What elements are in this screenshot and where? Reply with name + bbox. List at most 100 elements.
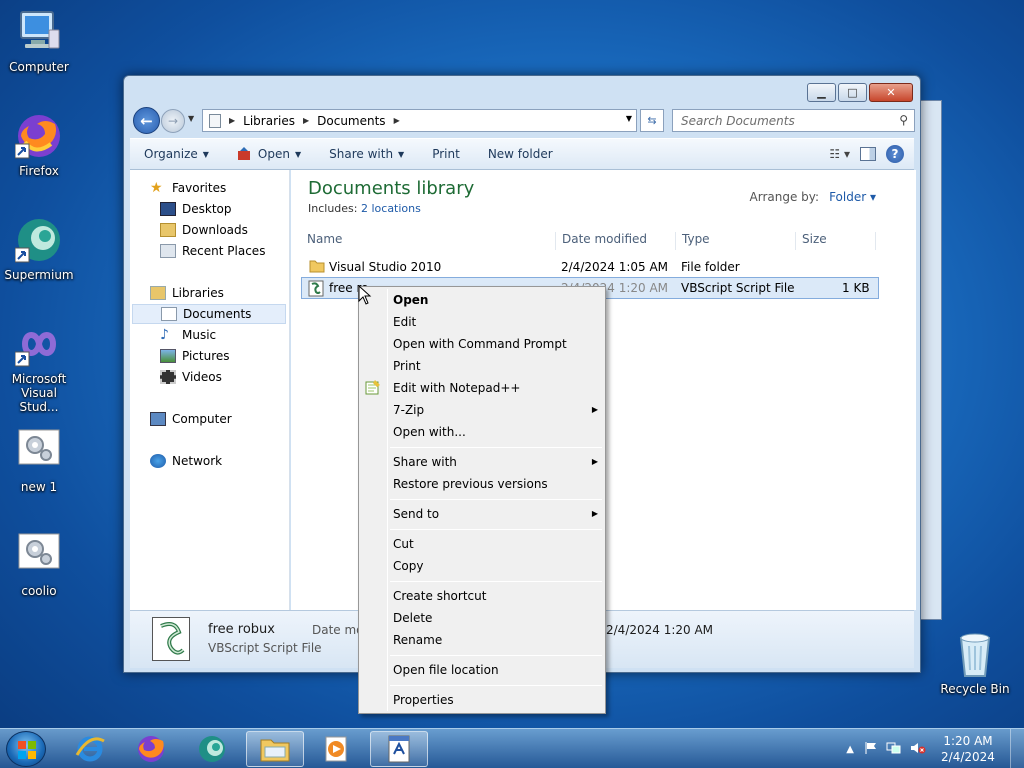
network-status-icon[interactable] <box>886 741 902 758</box>
desktop-icon-firefox[interactable]: Firefox <box>1 112 77 178</box>
music-icon: ♪ <box>160 327 169 343</box>
file-size: 1 KB <box>842 281 870 295</box>
menu-separator <box>390 447 602 448</box>
menu-item-open-file-location[interactable]: Open file location <box>393 660 598 680</box>
open-button[interactable]: Open ▼ <box>223 147 315 161</box>
supermium-icon <box>14 216 63 264</box>
minimize-button[interactable]: ▁ <box>807 83 836 102</box>
column-size[interactable]: Size <box>796 232 876 250</box>
volume-muted-icon[interactable] <box>910 741 926 758</box>
taskbar-firefox[interactable] <box>122 731 180 767</box>
clock-time: 1:20 AM <box>943 734 993 748</box>
forward-button[interactable]: → <box>161 109 185 133</box>
close-button[interactable]: ✕ <box>869 83 913 102</box>
column-name[interactable]: Name <box>301 232 556 250</box>
desktop-icon-computer[interactable]: Computer <box>1 8 77 74</box>
internet-explorer-icon <box>75 736 105 762</box>
column-type[interactable]: Type <box>676 232 796 250</box>
maximize-button[interactable]: □ <box>838 83 867 102</box>
menu-item-edit-with-notepad-plus-plus[interactable]: Edit with Notepad++ <box>393 378 598 398</box>
breadcrumb-arrow-icon[interactable]: ▶ <box>303 116 309 125</box>
new-folder-button[interactable]: New folder <box>474 147 567 161</box>
start-button[interactable] <box>6 731 46 767</box>
desktop-icon-supermium[interactable]: Supermium <box>1 216 77 282</box>
desktop-icon-label: Recycle Bin <box>940 682 1010 696</box>
menu-item-share-with[interactable]: Share with ▶ <box>393 452 598 472</box>
show-desktop-button[interactable] <box>1010 729 1024 768</box>
menu-item-restore-previous-versions[interactable]: Restore previous versions <box>393 474 598 494</box>
preview-pane-icon[interactable] <box>860 147 876 161</box>
search-input[interactable]: Search Documents ⚲ <box>672 109 915 132</box>
clock[interactable]: 1:20 AM 2/4/2024 <box>932 733 1004 765</box>
chevron-down-icon: ▼ <box>294 149 302 159</box>
nav-videos[interactable]: Videos <box>160 367 222 387</box>
menu-item-open[interactable]: Open <box>393 290 598 310</box>
desktop-icon-recycle-bin[interactable]: Recycle Bin <box>937 630 1013 696</box>
print-button[interactable]: Print <box>418 147 474 161</box>
recent-pages-dropdown[interactable]: ▼ <box>188 114 194 123</box>
details-date-value: 2/4/2024 1:20 AM <box>606 623 714 637</box>
submenu-arrow-icon: ▶ <box>591 457 598 466</box>
nav-libraries[interactable]: Libraries <box>150 283 224 303</box>
desktop-icon-new-1[interactable]: new 1 <box>1 428 77 494</box>
address-dropdown-icon[interactable]: ▼ <box>626 114 632 123</box>
taskbar-media-player[interactable] <box>307 731 365 767</box>
column-date-modified[interactable]: Date modified <box>556 232 676 250</box>
menu-item-cut[interactable]: Cut <box>393 534 598 554</box>
taskbar-internet-explorer[interactable] <box>61 731 119 767</box>
nav-music[interactable]: ♪ Music <box>160 325 216 345</box>
breadcrumb-arrow-icon[interactable]: ▶ <box>394 116 400 125</box>
context-menu: Open Edit Open with Command Prompt Print… <box>358 286 606 714</box>
nav-desktop[interactable]: Desktop <box>160 199 232 219</box>
script-file-icon <box>15 428 63 476</box>
menu-item-print[interactable]: Print <box>393 356 598 376</box>
refresh-button[interactable]: ⇆ <box>640 109 664 132</box>
menu-item-send-to[interactable]: Send to ▶ <box>393 504 598 524</box>
breadcrumb-arrow-icon[interactable]: ▶ <box>229 116 235 125</box>
print-label: Print <box>432 147 460 161</box>
nav-pictures[interactable]: Pictures <box>160 346 230 366</box>
taskbar-supermium[interactable] <box>183 731 241 767</box>
show-hidden-icons-icon[interactable]: ▲ <box>846 744 854 755</box>
documents-icon <box>161 307 177 321</box>
address-bar[interactable]: ▶ Libraries ▶ Documents ▶ ▼ <box>202 109 637 132</box>
taskbar-notepad[interactable] <box>370 731 428 767</box>
taskbar: ▲ 1:20 AM 2/4/2024 <box>0 728 1024 768</box>
nav-documents[interactable]: Documents <box>132 304 286 324</box>
share-with-button[interactable]: Share with ▼ <box>315 147 418 161</box>
locations-link[interactable]: 2 locations <box>361 202 421 215</box>
new-folder-label: New folder <box>487 147 553 161</box>
nav-favorites[interactable]: ★ Favorites <box>150 178 226 198</box>
nav-downloads[interactable]: Downloads <box>160 220 248 240</box>
menu-item-copy[interactable]: Copy <box>393 556 598 576</box>
menu-item-open-with[interactable]: Open with... <box>393 422 598 442</box>
arrange-dropdown[interactable]: Folder ▾ <box>829 190 876 204</box>
menu-item-create-shortcut[interactable]: Create shortcut <box>393 586 598 606</box>
organize-button[interactable]: Organize ▼ <box>130 147 223 161</box>
nav-computer[interactable]: Computer <box>150 409 232 429</box>
media-player-icon <box>325 736 347 762</box>
document-app-icon <box>388 735 410 763</box>
desktop-icon-coolio[interactable]: coolio <box>1 532 77 598</box>
breadcrumb-documents[interactable]: Documents <box>317 114 385 128</box>
desktop-icon-visual-studio[interactable]: Microsoft Visual Stud... <box>1 320 77 414</box>
menu-item-properties[interactable]: Properties <box>393 690 598 710</box>
taskbar-windows-explorer[interactable] <box>246 731 304 767</box>
nav-network[interactable]: Network <box>150 451 222 471</box>
action-center-flag-icon[interactable] <box>864 741 878 758</box>
file-row-folder[interactable]: Visual Studio 2010 2/4/2024 1:05 AM File… <box>301 256 879 278</box>
menu-item-edit[interactable]: Edit <box>393 312 598 332</box>
menu-item-label: 7-Zip <box>393 403 425 417</box>
menu-item-open-with-command-prompt[interactable]: Open with Command Prompt <box>393 334 598 354</box>
views-icon[interactable]: ☷ ▾ <box>829 147 850 161</box>
breadcrumb-libraries[interactable]: Libraries <box>243 114 295 128</box>
menu-item-delete[interactable]: Delete <box>393 608 598 628</box>
search-icon[interactable]: ⚲ <box>899 113 908 127</box>
back-button[interactable]: ← <box>133 107 160 134</box>
menu-item-rename[interactable]: Rename <box>393 630 598 650</box>
file-name: Visual Studio 2010 <box>329 260 442 274</box>
nav-recent-places[interactable]: Recent Places <box>160 241 265 261</box>
help-icon[interactable]: ? <box>886 145 904 163</box>
menu-item-7-zip[interactable]: 7-Zip ▶ <box>393 400 598 420</box>
script-file-icon <box>15 532 63 580</box>
